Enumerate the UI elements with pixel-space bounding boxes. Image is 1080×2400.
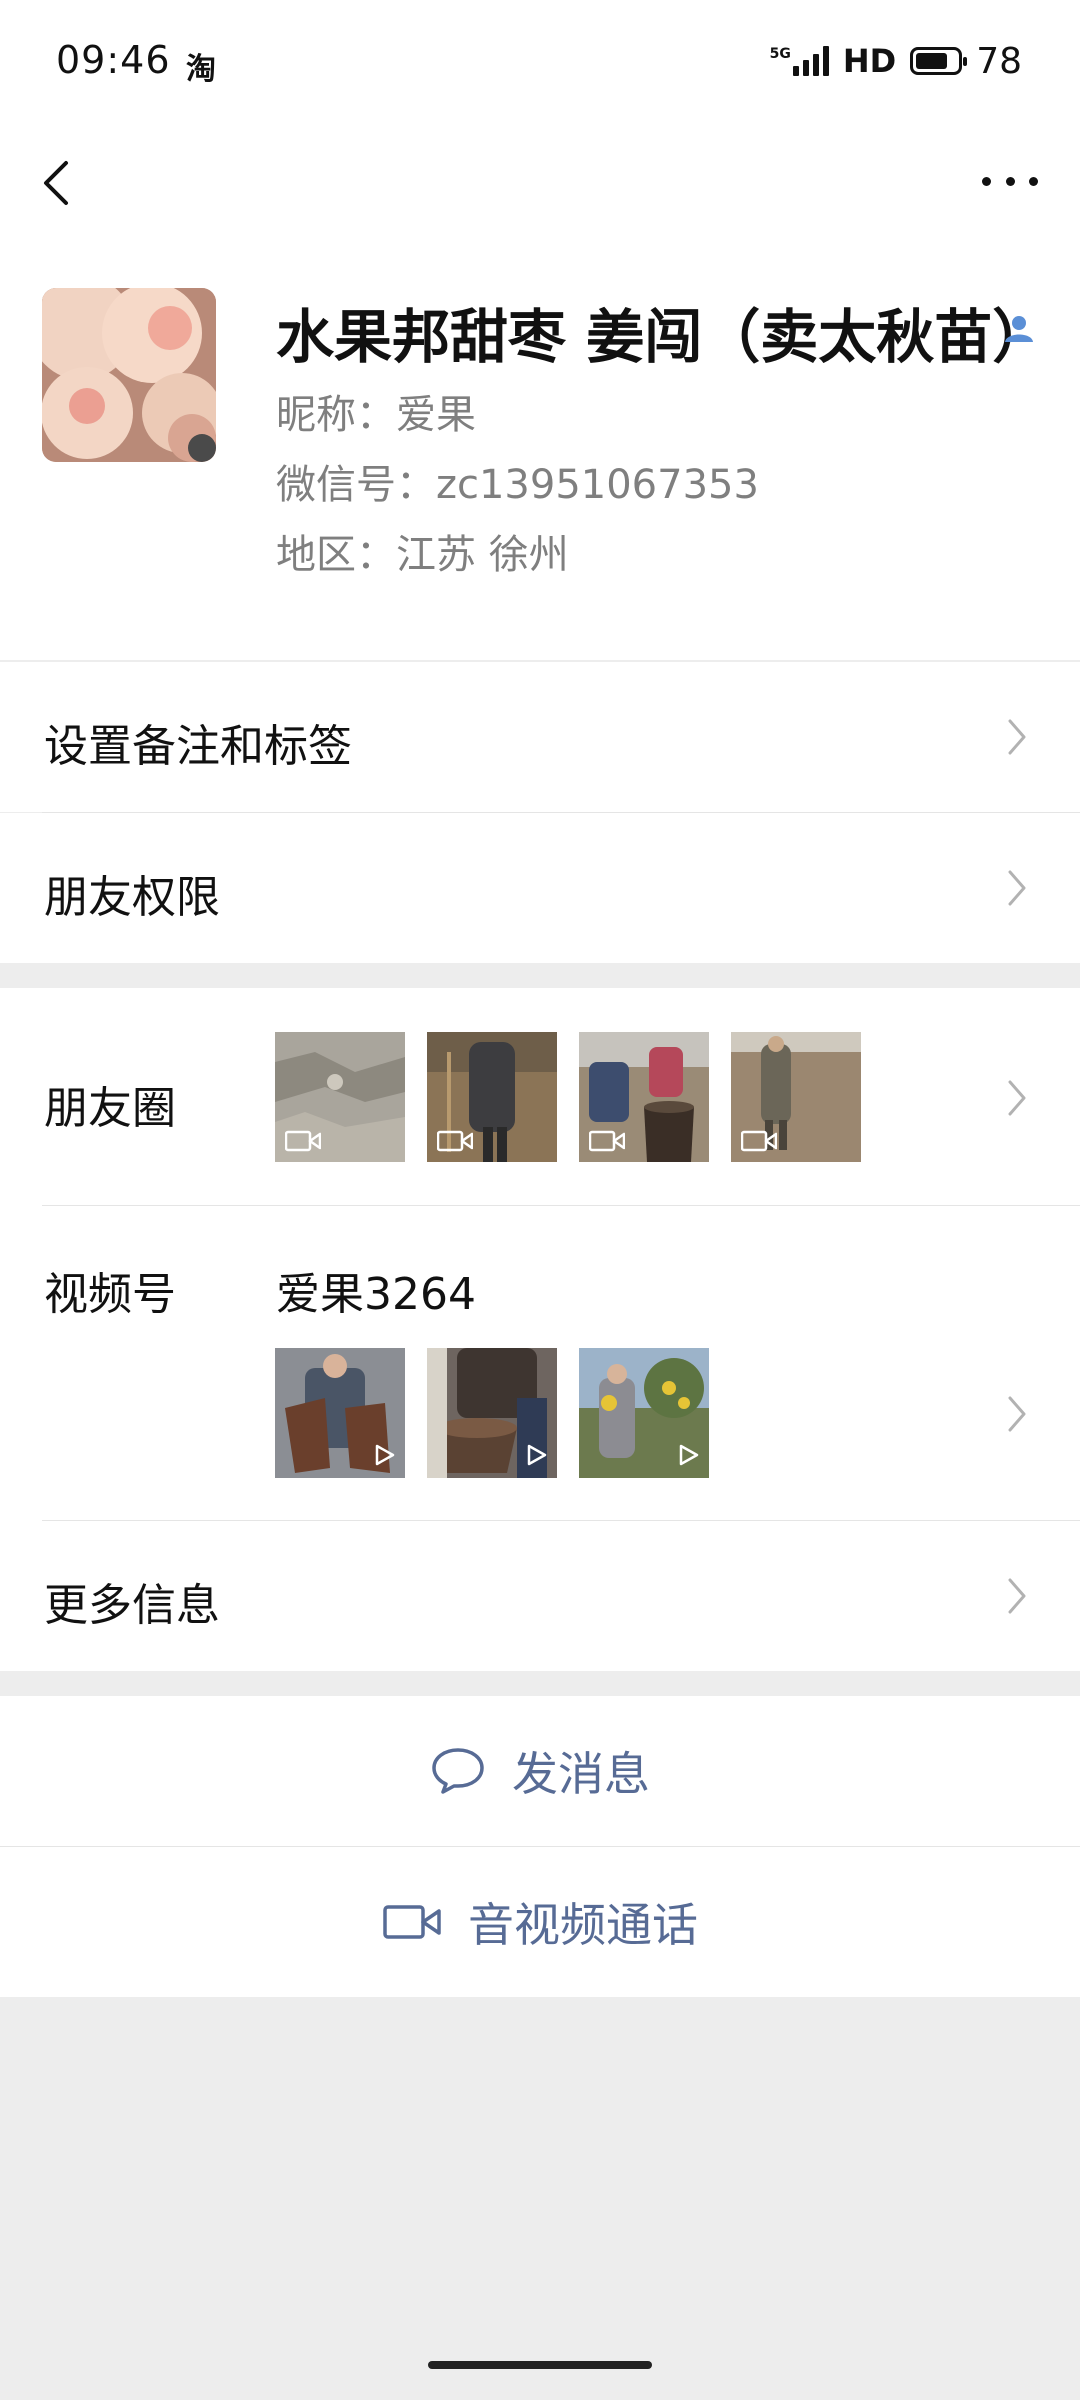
chevron-right-icon <box>1008 719 1026 755</box>
send-message-button[interactable]: 发消息 <box>0 1696 1080 1846</box>
nickname: 昵称：爱果 <box>276 392 476 438</box>
battery-level: 78 <box>976 40 1022 82</box>
moments-row[interactable]: 朋友圈 <box>0 988 1080 1206</box>
remark-tags-label: 设置备注和标签 <box>44 721 352 772</box>
remark-tags-row[interactable]: 设置备注和标签 <box>0 662 1080 813</box>
channels-row[interactable]: 视频号 爱果3264 <box>0 1206 1080 1521</box>
more-info-label: 更多信息 <box>44 1580 220 1631</box>
video-icon <box>589 1130 625 1152</box>
more-dot <box>1005 176 1015 186</box>
chevron-left-icon <box>44 161 68 205</box>
moments-thumbnail[interactable] <box>275 1032 405 1162</box>
friend-permissions-row[interactable]: 朋友权限 <box>0 813 1080 963</box>
battery-icon <box>910 47 968 75</box>
home-indicator[interactable] <box>428 2361 652 2369</box>
display-name: 水果邦甜枣 姜闯（卖太秋苗） <box>276 303 1051 371</box>
moments-thumbnail[interactable] <box>731 1032 861 1162</box>
video-icon <box>437 1130 473 1152</box>
play-icon <box>527 1444 547 1466</box>
region: 地区：江苏 徐州 <box>276 532 569 578</box>
channels-name: 爱果3264 <box>276 1269 476 1320</box>
chevron-right-icon <box>1008 1578 1026 1614</box>
play-icon <box>679 1444 699 1466</box>
nav-bar <box>0 125 1080 240</box>
status-indicators: 5G HD 78 <box>770 36 1022 86</box>
video-icon <box>741 1130 777 1152</box>
video-call-button[interactable]: 音视频通话 <box>0 1847 1080 1997</box>
video-icon <box>285 1130 321 1152</box>
moments-label: 朋友圈 <box>44 1083 176 1134</box>
taobao-notification-icon: 淘 <box>186 52 216 87</box>
status-time: 09:46 <box>56 38 171 82</box>
contact-icon <box>1005 316 1033 342</box>
more-button[interactable] <box>974 161 1046 201</box>
chevron-right-icon <box>1008 870 1026 906</box>
friend-permissions-label: 朋友权限 <box>44 872 220 923</box>
video-camera-icon <box>383 1905 441 1939</box>
hd-indicator: HD <box>842 42 897 80</box>
chevron-right-icon <box>1008 1080 1026 1116</box>
signal-icon: 5G <box>770 46 829 76</box>
status-bar: 09:46 淘 5G HD 78 <box>0 0 1080 125</box>
channels-thumbnail[interactable] <box>579 1348 709 1478</box>
avatar[interactable] <box>42 288 216 462</box>
profile-header: 水果邦甜枣 姜闯（卖太秋苗） 昵称：爱果 微信号：zc13951067353 地… <box>0 240 1080 663</box>
play-icon <box>375 1444 395 1466</box>
back-button[interactable] <box>34 153 84 213</box>
chevron-right-icon <box>1008 1396 1026 1432</box>
more-dot <box>982 176 991 186</box>
chat-bubble-icon <box>432 1748 484 1794</box>
moments-thumbnail[interactable] <box>427 1032 557 1162</box>
channels-thumbnail[interactable] <box>427 1348 557 1478</box>
moments-thumbnail[interactable] <box>579 1032 709 1162</box>
send-message-label: 发消息 <box>512 1747 650 1801</box>
video-call-label: 音视频通话 <box>468 1898 698 1952</box>
channels-thumbnail[interactable] <box>275 1348 405 1478</box>
more-dot <box>1029 176 1038 186</box>
more-info-row[interactable]: 更多信息 <box>0 1521 1080 1671</box>
wechat-id: 微信号：zc13951067353 <box>276 462 759 508</box>
channels-label: 视频号 <box>44 1269 176 1320</box>
